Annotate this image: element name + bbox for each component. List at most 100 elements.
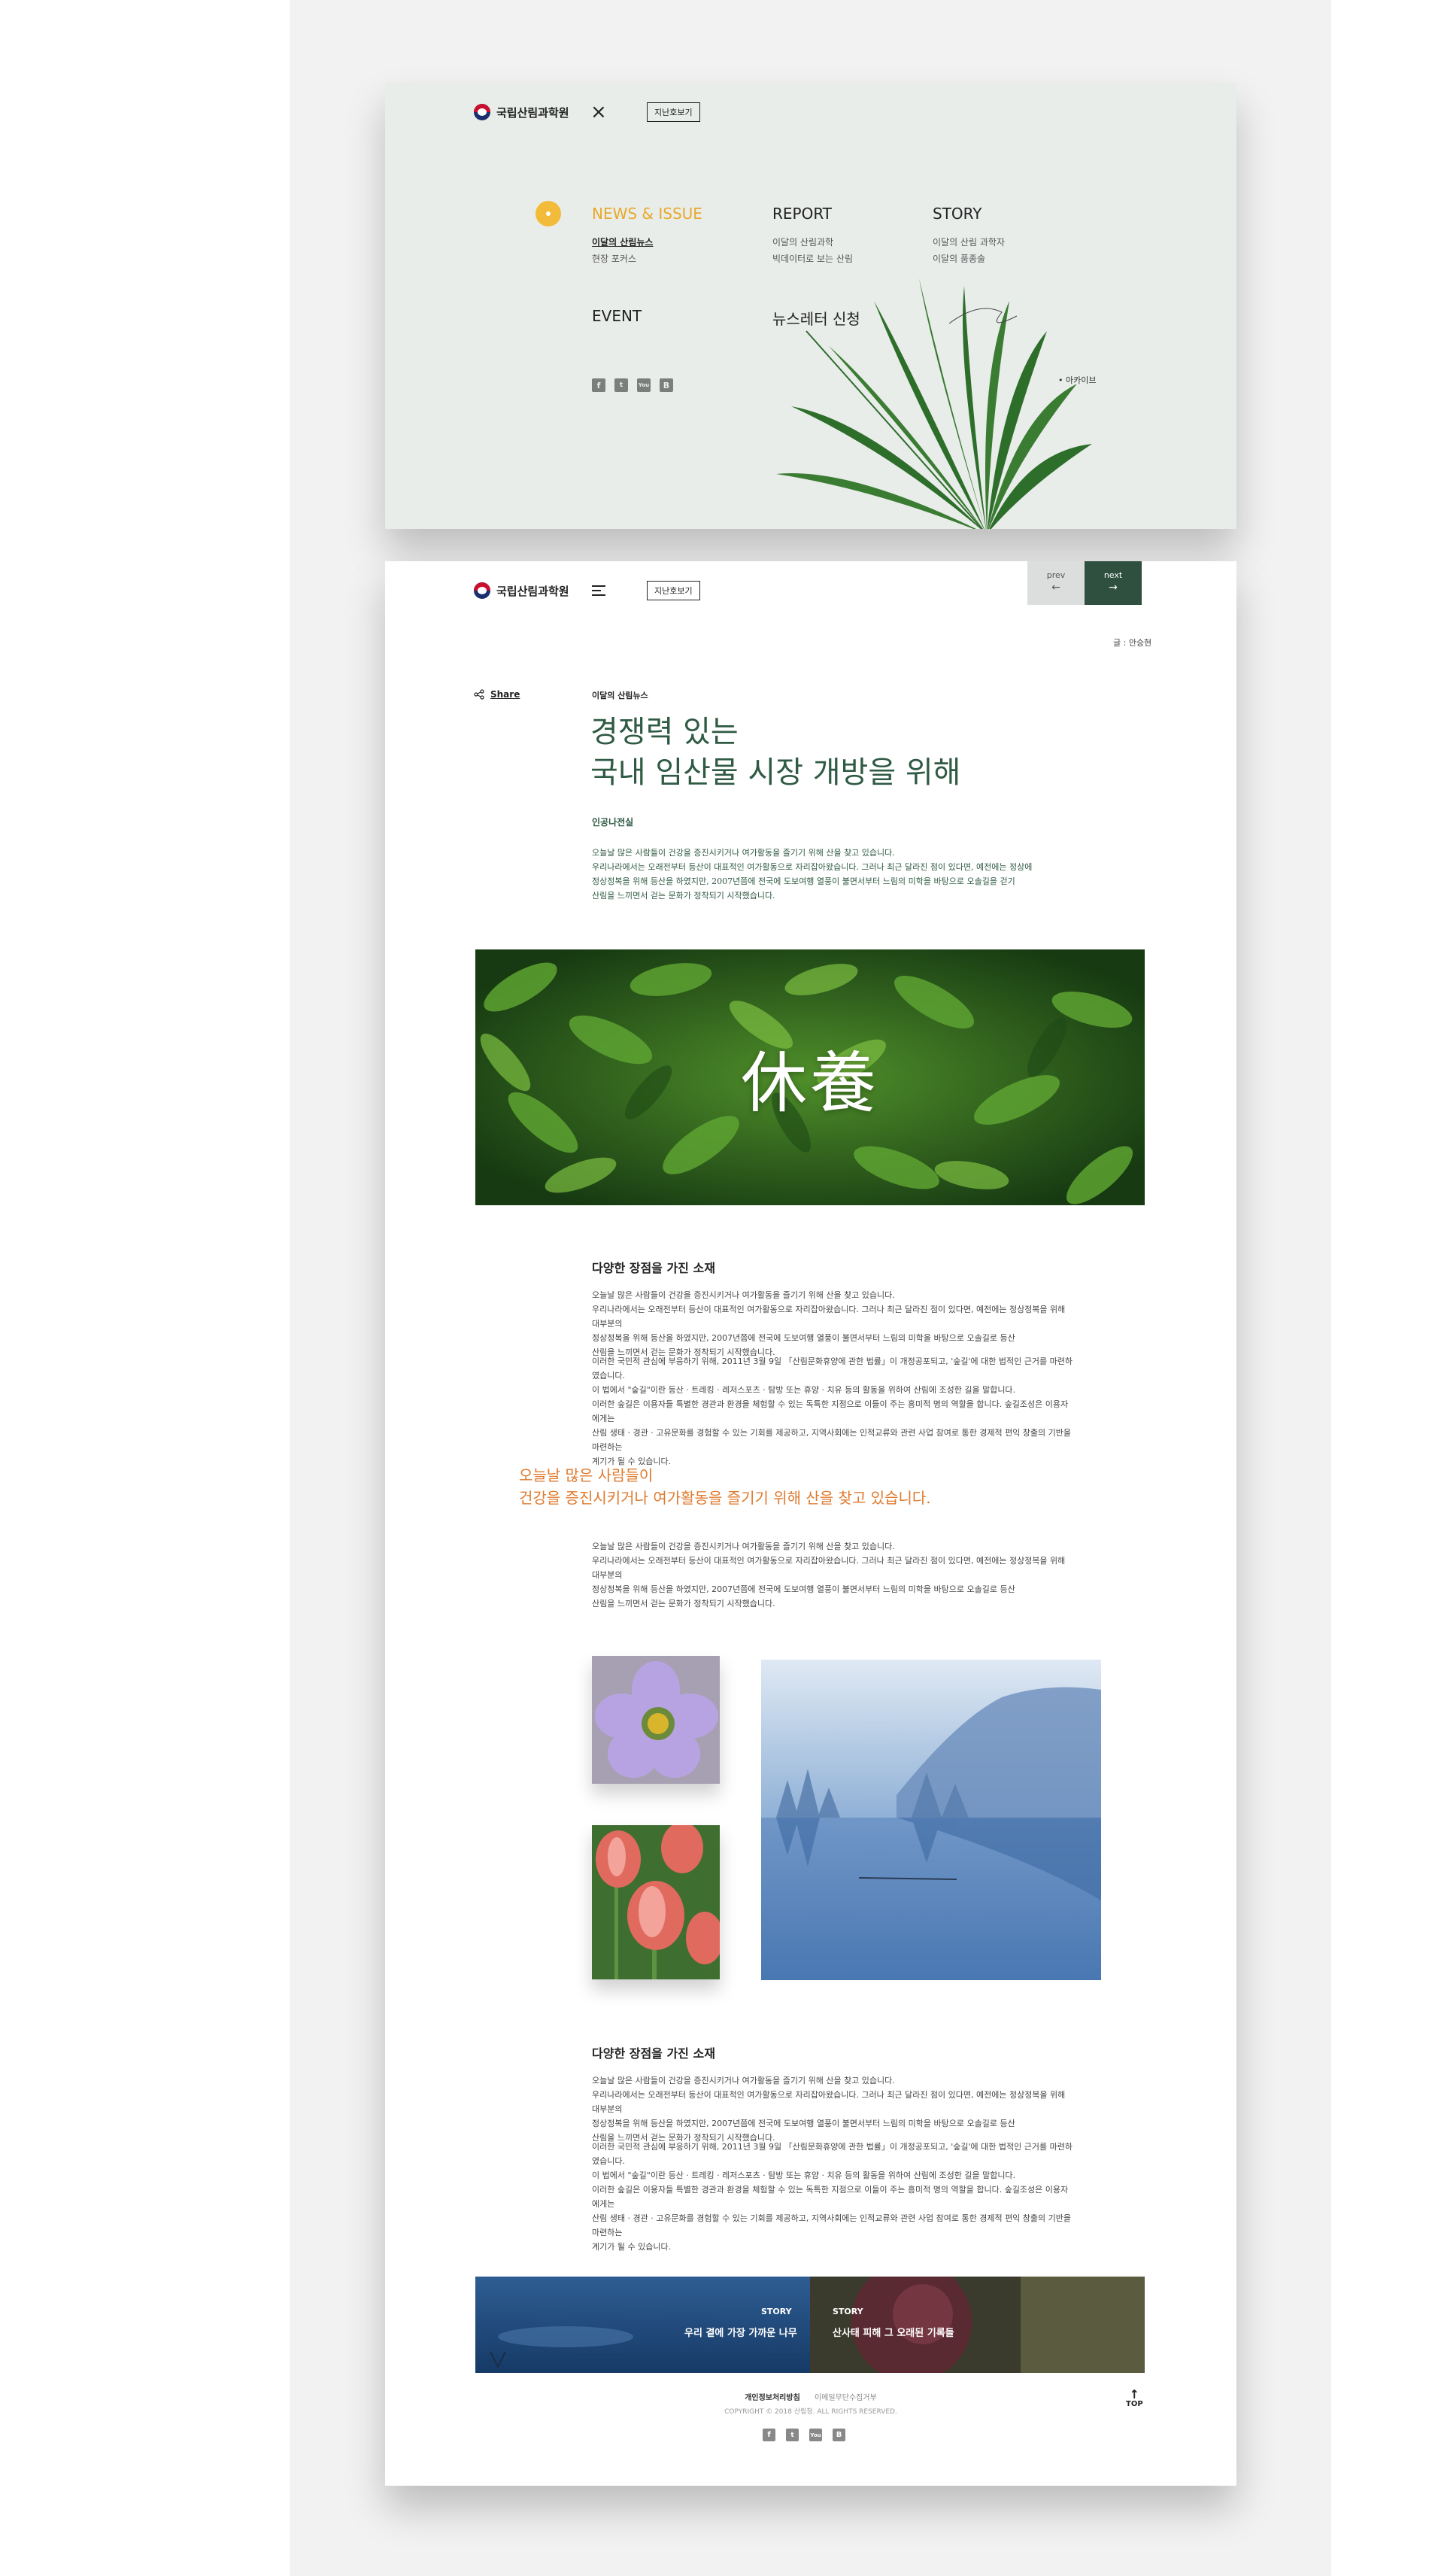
- menu-heading-event[interactable]: EVENT: [592, 307, 642, 325]
- section-1-paragraph-1: 오늘날 많은 사람들이 건강을 증진시키거나 여가활동을 즐기기 위해 산을 찾…: [592, 1288, 1073, 1359]
- arrow-left-icon: ←: [1051, 582, 1060, 594]
- paragraph-line: 이러한 국민적 관심에 부응하기 위해, 2011년 3월 9일 「산림문화휴양…: [592, 2142, 1073, 2166]
- brand-logo[interactable]: 국립산림과학원: [474, 104, 569, 120]
- prev-button[interactable]: prev ←: [1027, 561, 1085, 605]
- paragraph-line: 정상정복을 위해 등산을 하였지만, 2007년쯤에 전국에 도보여행 열풍이 …: [592, 2119, 1015, 2128]
- headline-line-2: 국내 임산물 시장 개방을 위해: [590, 755, 961, 790]
- story-card-1-title: 우리 곁에 가장 가까운 나무: [684, 2328, 797, 2339]
- scroll-top-button[interactable]: ↑ TOP: [1126, 2387, 1143, 2409]
- misty-lake-photo: [761, 1660, 1101, 1980]
- twitter-icon[interactable]: t: [614, 378, 628, 392]
- paragraph-line: 우리나라에서는 오래전부터 등산이 대표적인 여가활동으로 자리잡아왔습니다. …: [592, 1556, 1066, 1580]
- share-label: Share: [490, 689, 520, 700]
- paragraph-line: 산림을 느끼면서 걷는 문화가 정착되기 시작했습니다.: [592, 1599, 775, 1608]
- lead-line: 정상정복을 위해 등산을 하였지만, 2007년쯤에 전국에 도보여행 열풍이 …: [592, 876, 1015, 886]
- paragraph-line: 이러한 숲길은 이용자들 특별한 경관과 환경을 체험할 수 있는 독특한 지점…: [592, 2185, 1069, 2209]
- youtube-icon[interactable]: You: [809, 2429, 822, 2441]
- paragraph-line: 계기가 될 수 있습니다.: [592, 2242, 672, 2252]
- youtube-icon[interactable]: You: [637, 378, 651, 392]
- past-issues-button[interactable]: 지난호보기: [647, 581, 700, 600]
- facebook-icon[interactable]: f: [763, 2429, 775, 2441]
- misty-lake-image: [761, 1660, 1101, 1980]
- menu-item-variety[interactable]: 이달의 품종술: [933, 252, 985, 265]
- paragraph-line: 우리나라에서는 오래전부터 등산이 대표적인 여가활동으로 자리잡아왔습니다. …: [592, 2090, 1066, 2114]
- paragraph-line: 오늘날 많은 사람들이 건강을 증진시키거나 여가활동을 즐기기 위해 산을 찾…: [592, 2076, 895, 2085]
- article-lead: 오늘날 많은 사람들이 건강을 증진시키거나 여가활동을 즐기기 위해 산을 찾…: [592, 846, 1081, 903]
- menu-item-field-focus[interactable]: 현장 포커스: [592, 252, 636, 265]
- copyright: COPYRIGHT © 2018 산림청. ALL RIGHTS RESERVE…: [724, 2408, 897, 2416]
- brand-logo-article[interactable]: 국립산림과학원: [474, 582, 569, 599]
- taegeuk-logo-icon: [474, 104, 490, 120]
- pull-quote: 오늘날 많은 사람들이 건강을 증진시키거나 여가활동을 즐기기 위해 산을 찾…: [519, 1464, 931, 1509]
- next-label: next: [1103, 570, 1123, 580]
- menu-heading-story[interactable]: STORY: [933, 205, 982, 223]
- archive-link[interactable]: • 아카이브: [1058, 374, 1096, 386]
- menu-item-forest-scientist[interactable]: 이달의 산림 과학자: [933, 235, 1005, 248]
- next-button[interactable]: next →: [1085, 561, 1142, 605]
- author-credit: 글 : 안승현: [1113, 638, 1152, 648]
- close-icon[interactable]: ×: [590, 102, 607, 122]
- menu-item-monthly-news[interactable]: 이달의 산림뉴스: [592, 235, 653, 248]
- arrow-up-icon: ↑: [1129, 2387, 1140, 2401]
- section-2-title: 다양한 장점을 가진 소재: [592, 2046, 715, 2061]
- blog-icon[interactable]: B: [660, 378, 673, 392]
- menu-panel: 국립산림과학원 × 지난호보기 NEWS & ISSUE 이달의 산림뉴스 현장…: [385, 83, 1236, 529]
- story-card-2-tag: STORY: [833, 2307, 863, 2316]
- anemone-flower-image: [592, 1656, 720, 1784]
- quote-paragraph: 오늘날 많은 사람들이 건강을 증진시키거나 여가활동을 즐기기 위해 산을 찾…: [592, 1539, 1073, 1611]
- taegeuk-logo-icon: [474, 582, 490, 599]
- tulip-photo: [592, 1825, 720, 1979]
- brand-name: 국립산림과학원: [496, 105, 569, 120]
- quote-line-1: 오늘날 많은 사람들이: [519, 1466, 654, 1484]
- menu-heading-news-issue[interactable]: NEWS & ISSUE: [592, 205, 702, 223]
- hero-image: 休養: [475, 949, 1145, 1205]
- menu-heading-report[interactable]: REPORT: [772, 205, 832, 223]
- twitter-icon[interactable]: t: [786, 2429, 799, 2441]
- story-card-1[interactable]: STORY 우리 곁에 가장 가까운 나무: [475, 2277, 810, 2373]
- headline-line-1: 경쟁력 있는: [590, 715, 739, 749]
- paragraph-line: 산림 생태 · 경관 · 고유문화를 경험할 수 있는 기회를 제공하고, 지역…: [592, 1428, 1072, 1452]
- lead-line: 오늘날 많은 사람들이 건강을 증진시키거나 여가활동을 즐기기 위해 산을 찾…: [592, 848, 895, 858]
- footer-social-links: f t You B: [763, 2429, 845, 2441]
- section-2-paragraph-1: 오늘날 많은 사람들이 건강을 증진시키거나 여가활동을 즐기기 위해 산을 찾…: [592, 2073, 1073, 2145]
- paragraph-line: 오늘날 많은 사람들이 건강을 증진시키거나 여가활동을 즐기기 위해 산을 찾…: [592, 1542, 895, 1551]
- article-headline: 경쟁력 있는 국내 임산물 시장 개방을 위해: [590, 712, 960, 793]
- hamburger-menu-icon[interactable]: [592, 585, 605, 599]
- article-byline: 인공나전실: [592, 817, 634, 828]
- story-card-2[interactable]: STORY 산사태 피해 그 오래된 기록들: [810, 2277, 1145, 2373]
- menu-item-forest-science[interactable]: 이달의 산림과학: [772, 235, 833, 248]
- top-label: TOP: [1126, 2400, 1143, 2408]
- past-issues-button[interactable]: 지난호보기: [647, 102, 700, 122]
- anemone-photo: [592, 1656, 720, 1784]
- paragraph-line: 이러한 숲길은 이용자들 특별한 경관과 환경을 체험할 수 있는 독특한 지점…: [592, 1399, 1069, 1423]
- story-card-2-title: 산사태 피해 그 오래된 기록들: [833, 2328, 954, 2339]
- paragraph-line: 이러한 국민적 관심에 부응하기 위해, 2011년 3월 9일 「산림문화휴양…: [592, 1356, 1073, 1381]
- palm-leaf-illustration: [776, 278, 1092, 529]
- article-category[interactable]: 이달의 산림뉴스: [592, 689, 648, 701]
- menu-item-bigdata[interactable]: 빅데이터로 보는 산림: [772, 252, 853, 265]
- section-1-paragraph-2: 이러한 국민적 관심에 부응하기 위해, 2011년 3월 9일 「산림문화휴양…: [592, 1354, 1073, 1469]
- active-menu-indicator: [535, 201, 561, 226]
- lead-line: 산림을 느끼면서 걷는 문화가 정착되기 시작했습니다.: [592, 891, 775, 901]
- email-refusal-link[interactable]: 이메일무단수집거부: [815, 2394, 877, 2402]
- paragraph-line: 정상정복을 위해 등산을 하였지만, 2007년쯤에 전국에 도보여행 열풍이 …: [592, 1333, 1015, 1343]
- paragraph-line: 이 법에서 "숲길"이란 등산 · 트레킹 · 레저스포츠 · 탐방 또는 휴양…: [592, 2170, 1016, 2180]
- paragraph-line: 이 법에서 "숲길"이란 등산 · 트레킹 · 레저스포츠 · 탐방 또는 휴양…: [592, 1385, 1016, 1395]
- prev-label: prev: [1046, 570, 1066, 580]
- paragraph-line: 오늘날 많은 사람들이 건강을 증진시키거나 여가활동을 즐기기 위해 산을 찾…: [592, 1290, 895, 1300]
- privacy-policy-link[interactable]: 개인정보처리방침: [745, 2394, 800, 2402]
- share-icon: [474, 689, 484, 700]
- story-card-1-tag: STORY: [761, 2307, 792, 2316]
- share-button[interactable]: Share: [474, 689, 520, 700]
- paragraph-line: 우리나라에서는 오래전부터 등산이 대표적인 여가활동으로 자리잡아왔습니다. …: [592, 1305, 1066, 1329]
- paragraph-line: 산림 생태 · 경관 · 고유문화를 경험할 수 있는 기회를 제공하고, 지역…: [592, 2213, 1072, 2237]
- footer-links: 개인정보처리방침 이메일무단수집거부: [385, 2391, 1236, 2402]
- facebook-icon[interactable]: f: [592, 378, 605, 392]
- lead-line: 우리나라에서는 오래전부터 등산이 대표적인 여가활동으로 자리잡아왔습니다. …: [592, 862, 1033, 872]
- paragraph-line: 정상정복을 위해 등산을 하였지만, 2007년쯤에 전국에 도보여행 열풍이 …: [592, 1584, 1015, 1594]
- hero-caption: 休養: [740, 1043, 879, 1122]
- arrow-right-icon: →: [1109, 582, 1118, 594]
- section-2-paragraph-2: 이러한 국민적 관심에 부응하기 위해, 2011년 3월 9일 「산림문화휴양…: [592, 2140, 1073, 2254]
- article-panel: 국립산림과학원 지난호보기 prev ← next → 글 : 안승현 Shar…: [385, 561, 1236, 2486]
- blog-icon[interactable]: B: [833, 2429, 845, 2441]
